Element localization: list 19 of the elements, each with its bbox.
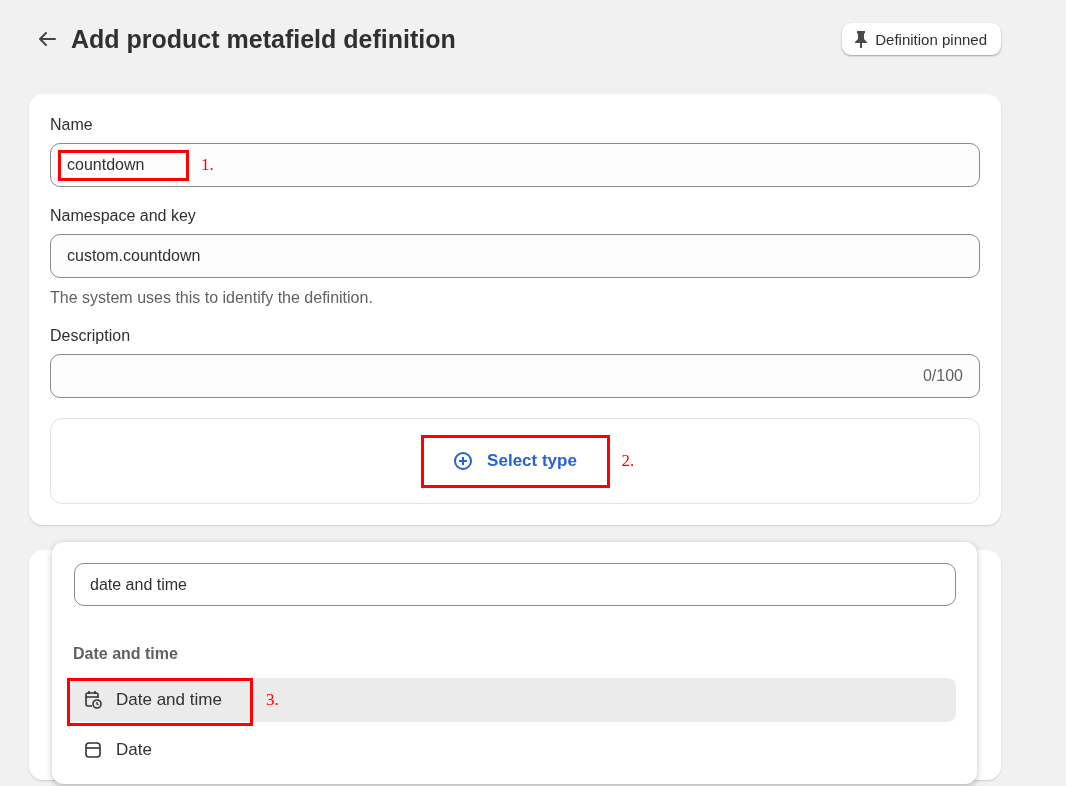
field-label: Name [50, 116, 94, 134]
field-label: Description [50, 327, 132, 345]
pin-icon [854, 30, 869, 48]
search-field[interactable]: date and time [74, 563, 956, 606]
calendar-icon [83, 740, 103, 760]
field-label: Namespace and key [50, 207, 197, 225]
step-number: 2. [621, 450, 635, 471]
step-number: 1. [201, 155, 214, 175]
calendar-clock-icon [83, 690, 103, 710]
text-field[interactable]: custom.countdown [50, 234, 980, 278]
definition-pinned-button[interactable]: Definition pinned [842, 23, 1001, 55]
step-number: 3. [266, 690, 279, 710]
type-option[interactable]: Date [67, 728, 956, 772]
page-title: Add product metafield definition [71, 24, 456, 54]
back-arrow-icon[interactable] [37, 31, 57, 47]
help-text: The system uses this to identify the definition. [50, 289, 374, 307]
text-field[interactable]: 0/100 [50, 354, 980, 398]
plus-circle-icon [453, 451, 474, 471]
section-heading: Date and time [73, 645, 179, 663]
